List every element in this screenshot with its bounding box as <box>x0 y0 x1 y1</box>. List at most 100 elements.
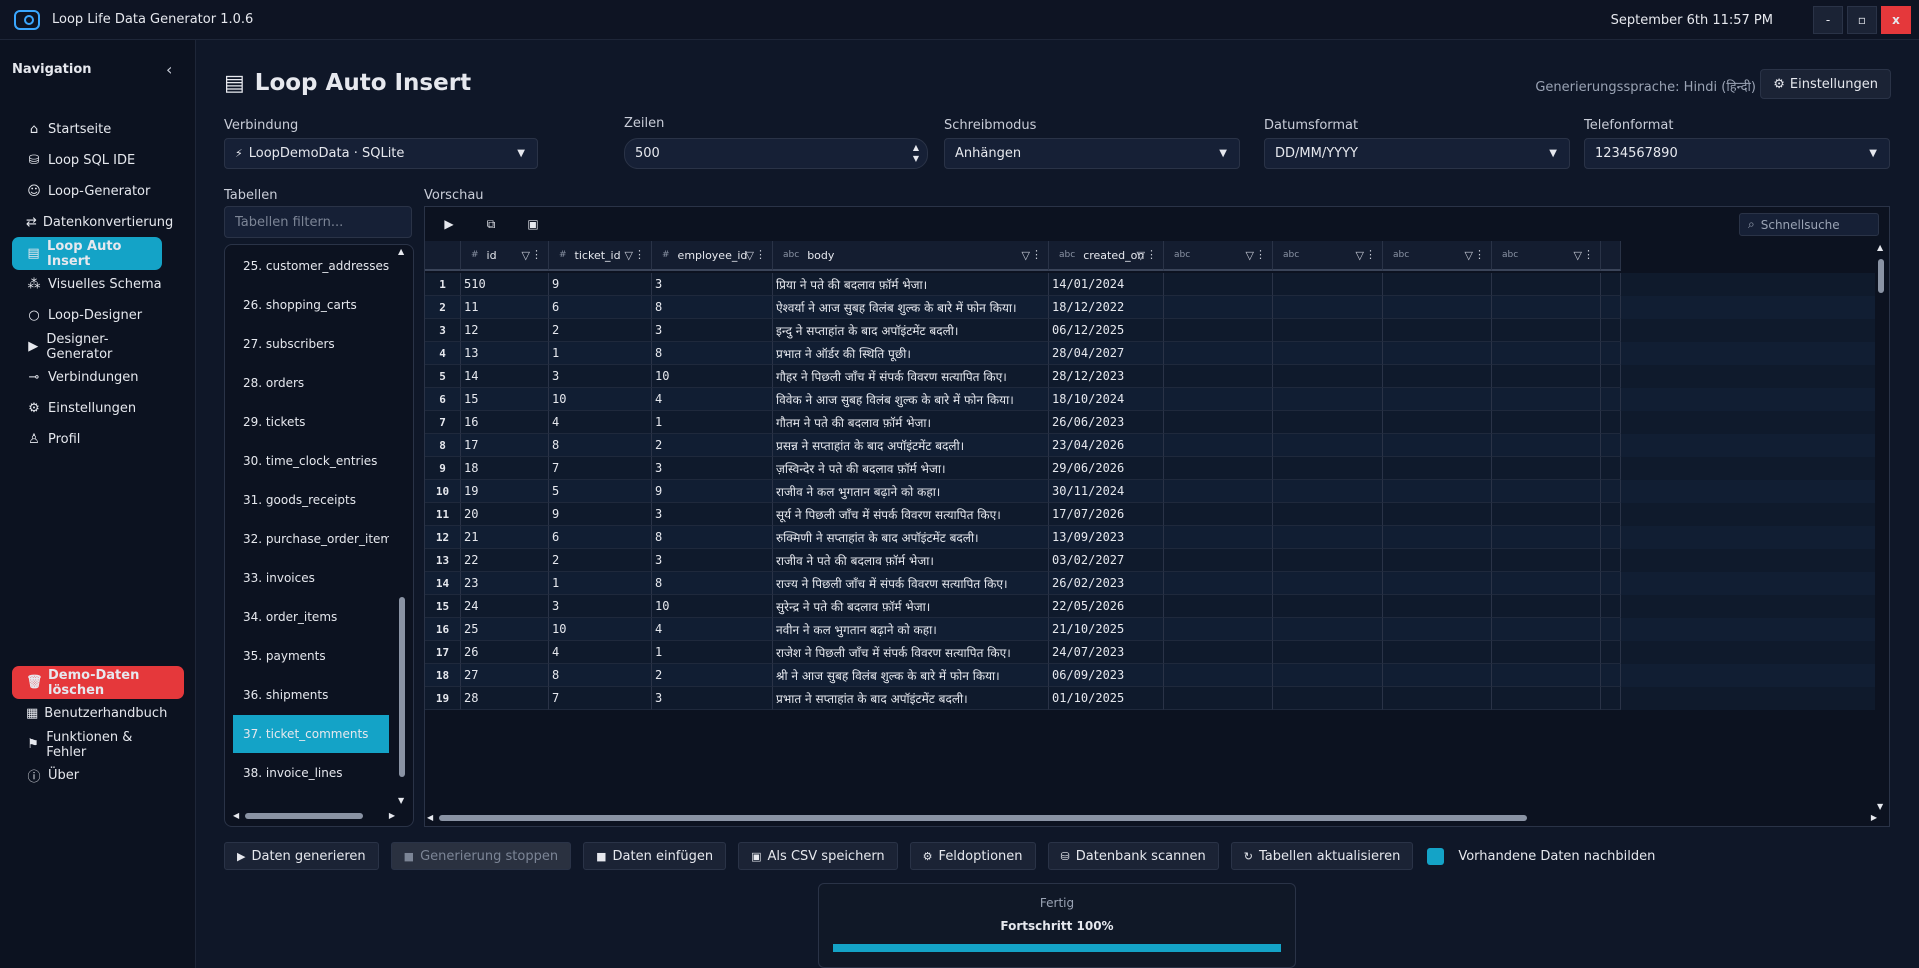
grid-cell[interactable]: 03/02/2027 <box>1049 549 1164 572</box>
filter-icon[interactable]: ▽ <box>746 249 754 262</box>
grid-cell[interactable]: 3 <box>652 503 773 526</box>
grid-cell[interactable]: 28/04/2027 <box>1049 342 1164 365</box>
grid-cell[interactable]: सुरेन्द्र ने पते की बदलाव फ़ॉर्म भेजा। <box>773 595 1049 618</box>
grid-cell[interactable]: 3 <box>652 319 773 342</box>
grid-cell[interactable]: 01/10/2025 <box>1049 687 1164 710</box>
collapse-sidebar-icon[interactable]: ‹ <box>166 60 172 79</box>
grid-cell[interactable]: 17 <box>461 434 549 457</box>
grid-cell[interactable] <box>1273 526 1383 549</box>
grid-cell[interactable] <box>1492 273 1601 296</box>
sidebar-item-visuelles-schema[interactable]: ⁂ Visuelles Schema <box>12 268 162 301</box>
grid-cell[interactable]: 24/07/2023 <box>1049 641 1164 664</box>
table-list-item[interactable]: 32. purchase_order_items <box>233 520 389 558</box>
grid-cell[interactable] <box>1383 526 1492 549</box>
sidebar-item-startseite[interactable]: ⌂ Startseite <box>12 113 162 146</box>
grid-cell[interactable] <box>1273 549 1383 572</box>
grid-cell[interactable]: 23 <box>461 572 549 595</box>
grid-cell[interactable] <box>1601 549 1621 572</box>
grid-cell[interactable]: 26/02/2023 <box>1049 572 1164 595</box>
grid-cell[interactable]: 21 <box>461 526 549 549</box>
grid-cell[interactable] <box>1383 296 1492 319</box>
filter-icon[interactable]: ▽ <box>1137 249 1145 262</box>
grid-cell[interactable]: राजेश ने पिछली जाँच में संपर्क विवरण सत्… <box>773 641 1049 664</box>
grid-cell[interactable]: ज़स्विन्देर ने पते की बदलाव फ़ॉर्म भेजा। <box>773 457 1049 480</box>
grid-cell[interactable] <box>1273 503 1383 526</box>
grid-cell[interactable] <box>1273 480 1383 503</box>
sidebar-item-profil[interactable]: ♙ Profil <box>12 423 162 456</box>
grid-cell[interactable] <box>1492 480 1601 503</box>
grid-cell[interactable]: राजीव ने पते की बदलाव फ़ॉर्म भेजा। <box>773 549 1049 572</box>
grid-cell[interactable] <box>1492 549 1601 572</box>
grid-cell[interactable] <box>1273 388 1383 411</box>
grid-cell[interactable]: 2 <box>652 434 773 457</box>
grid-cell[interactable]: प्रभात ने ऑर्डर की स्थिति पूछी। <box>773 342 1049 365</box>
table-row[interactable]: 3 12 2 3 इन्दु ने सप्ताहांत के बाद अपॉइंटमें… <box>425 319 1875 342</box>
grid-cell[interactable] <box>1164 365 1273 388</box>
column-menu-icon[interactable]: ⋮ <box>531 248 542 261</box>
grid-cell[interactable] <box>1273 457 1383 480</box>
grid-cell[interactable]: 9 <box>652 480 773 503</box>
sidebar-item-designer-generator[interactable]: ▶ Designer-Generator <box>12 330 162 363</box>
grid-cell[interactable]: 3 <box>652 273 773 296</box>
grid-cell[interactable]: 7 <box>549 457 652 480</box>
table-list-item[interactable]: 37. ticket_comments <box>233 715 389 753</box>
refresh-tables-button[interactable]: ↻ Tabellen aktualisieren <box>1230 842 1414 870</box>
grid-cell[interactable] <box>1164 434 1273 457</box>
table-row[interactable]: 18 27 8 2 श्री ने आज सुबह विलंब शुल्क के बार… <box>425 664 1875 687</box>
grid-cell[interactable] <box>1383 365 1492 388</box>
grid-cell[interactable]: 9 <box>549 273 652 296</box>
grid-cell[interactable] <box>1601 296 1621 319</box>
grid-cell[interactable]: 3 <box>652 457 773 480</box>
scroll-up-icon[interactable]: ▲ <box>398 247 404 256</box>
table-row[interactable]: 1 510 9 3 प्रिया ने पते की बदलाव फ़ॉर्म भेजा… <box>425 273 1875 296</box>
grid-cell[interactable]: 22 <box>461 549 549 572</box>
grid-cell[interactable]: 8 <box>652 572 773 595</box>
grid-cell[interactable] <box>1164 319 1273 342</box>
table-list-item[interactable]: 35. payments <box>233 637 389 675</box>
grid-cell[interactable] <box>1492 618 1601 641</box>
grid-cell[interactable] <box>1492 526 1601 549</box>
grid-cell[interactable] <box>1601 365 1621 388</box>
grid-cell[interactable] <box>1492 641 1601 664</box>
table-row[interactable]: 11 20 9 3 सूर्य ने पिछली जाँच में संपर्क विव… <box>425 503 1875 526</box>
grid-cell[interactable]: 28 <box>461 687 549 710</box>
table-list-item[interactable]: 38. invoice_lines <box>233 754 389 792</box>
grid-cell[interactable] <box>1273 273 1383 296</box>
grid-cell[interactable]: 8 <box>549 664 652 687</box>
grid-cell[interactable] <box>1164 457 1273 480</box>
grid-cell[interactable] <box>1492 411 1601 434</box>
grid-cell[interactable] <box>1492 434 1601 457</box>
sidebar-item-loop-sql-ide[interactable]: ⛁ Loop SQL IDE <box>12 144 162 177</box>
grid-horizontal-scrollbar[interactable]: ◀ ▶ <box>427 812 1877 824</box>
settings-button[interactable]: ⚙ Einstellungen <box>1760 69 1891 99</box>
sidebar-item-loop-designer[interactable]: ○ Loop-Designer <box>12 299 162 332</box>
grid-cell[interactable] <box>1164 687 1273 710</box>
grid-cell[interactable] <box>1492 664 1601 687</box>
grid-cell[interactable] <box>1383 411 1492 434</box>
grid-cell[interactable]: गौतम ने पते की बदलाव फ़ॉर्म भेजा। <box>773 411 1049 434</box>
column-header-created-on[interactable]: abc created_on ▽ ⋮ <box>1049 241 1164 271</box>
filter-icon[interactable]: ▽ <box>1246 249 1254 262</box>
table-row[interactable]: 17 26 4 1 राजेश ने पिछली जाँच में संपर्क विव… <box>425 641 1875 664</box>
grid-cell[interactable] <box>1273 365 1383 388</box>
grid-cell[interactable]: 2 <box>549 549 652 572</box>
grid-cell[interactable]: 10 <box>549 618 652 641</box>
table-row[interactable]: 8 17 8 2 प्रसन्न ने सप्ताहांत के बाद अपॉइंटम… <box>425 434 1875 457</box>
table-list-item[interactable]: 34. order_items <box>233 598 389 636</box>
grid-cell[interactable] <box>1601 319 1621 342</box>
scroll-right-icon[interactable]: ▶ <box>389 811 395 820</box>
sidebar-item-datenkonvertierung[interactable]: ⇄ Datenkonvertierung <box>12 206 173 239</box>
grid-cell[interactable] <box>1273 572 1383 595</box>
grid-cell[interactable]: 06/12/2025 <box>1049 319 1164 342</box>
grid-cell[interactable] <box>1383 595 1492 618</box>
field-options-button[interactable]: ⚙ Feldoptionen <box>909 842 1036 870</box>
grid-cell[interactable] <box>1273 618 1383 641</box>
grid-cell[interactable]: 23/04/2026 <box>1049 434 1164 457</box>
grid-cell[interactable] <box>1601 572 1621 595</box>
table-row[interactable]: 9 18 7 3 ज़स्विन्देर ने पते की बदलाव फ़ॉर्म … <box>425 457 1875 480</box>
grid-cell[interactable]: 2 <box>652 664 773 687</box>
grid-cell[interactable] <box>1164 273 1273 296</box>
grid-cell[interactable] <box>1601 595 1621 618</box>
scroll-left-icon[interactable]: ◀ <box>427 813 433 822</box>
grid-cell[interactable] <box>1383 549 1492 572</box>
